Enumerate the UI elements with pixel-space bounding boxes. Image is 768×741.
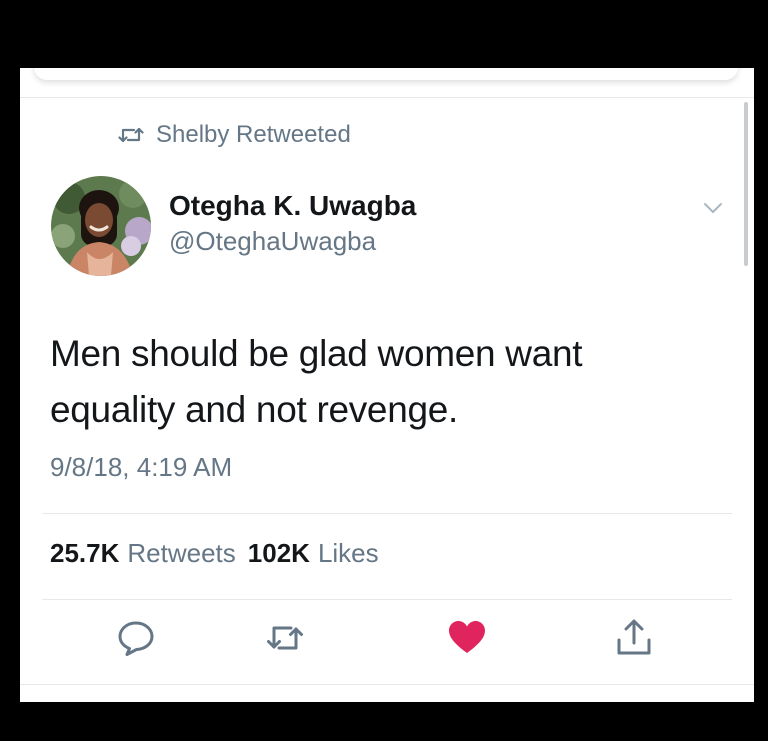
bottom-divider: [20, 684, 754, 685]
chevron-down-icon[interactable]: [702, 200, 724, 216]
top-divider: [20, 97, 754, 98]
tweet-timestamp: 9/8/18, 4:19 AM: [50, 452, 233, 482]
heart-icon[interactable]: [447, 618, 487, 658]
tweet-text: Men should be glad women want equality a…: [50, 326, 690, 438]
avatar[interactable]: [51, 176, 151, 276]
tweet-text-line: Men should be glad women want: [50, 333, 583, 374]
retweets-label: Retweets: [127, 538, 236, 568]
top-search-bar[interactable]: [34, 68, 738, 80]
retweets-count: 25.7K: [50, 538, 120, 568]
likes-label: Likes: [317, 538, 379, 568]
tweet-screen: Shelby Retweeted Otegha K. Uwagba @Otegh…: [20, 68, 754, 702]
author-name[interactable]: Otegha K. Uwagba: [169, 190, 416, 222]
likes-count: 102K: [247, 538, 310, 568]
retweets-stat[interactable]: 25.7K Retweets: [50, 538, 236, 569]
retweet-icon: [118, 127, 144, 143]
scrollbar[interactable]: [744, 102, 748, 266]
share-icon[interactable]: [614, 618, 654, 658]
tweet-stats: 25.7K Retweets 102K Likes: [50, 538, 379, 569]
retweet-banner-text[interactable]: Shelby Retweeted: [156, 121, 351, 149]
retweet-banner: Shelby Retweeted: [118, 120, 351, 150]
stats-bottom-divider: [42, 599, 732, 600]
tweet-text-line: equality and not revenge.: [50, 389, 459, 430]
likes-stat[interactable]: 102K Likes: [248, 538, 379, 569]
stats-top-divider: [42, 513, 732, 514]
reply-icon[interactable]: [116, 618, 156, 658]
author-handle[interactable]: @OteghaUwagba: [169, 226, 376, 257]
retweet-icon[interactable]: [265, 618, 305, 658]
